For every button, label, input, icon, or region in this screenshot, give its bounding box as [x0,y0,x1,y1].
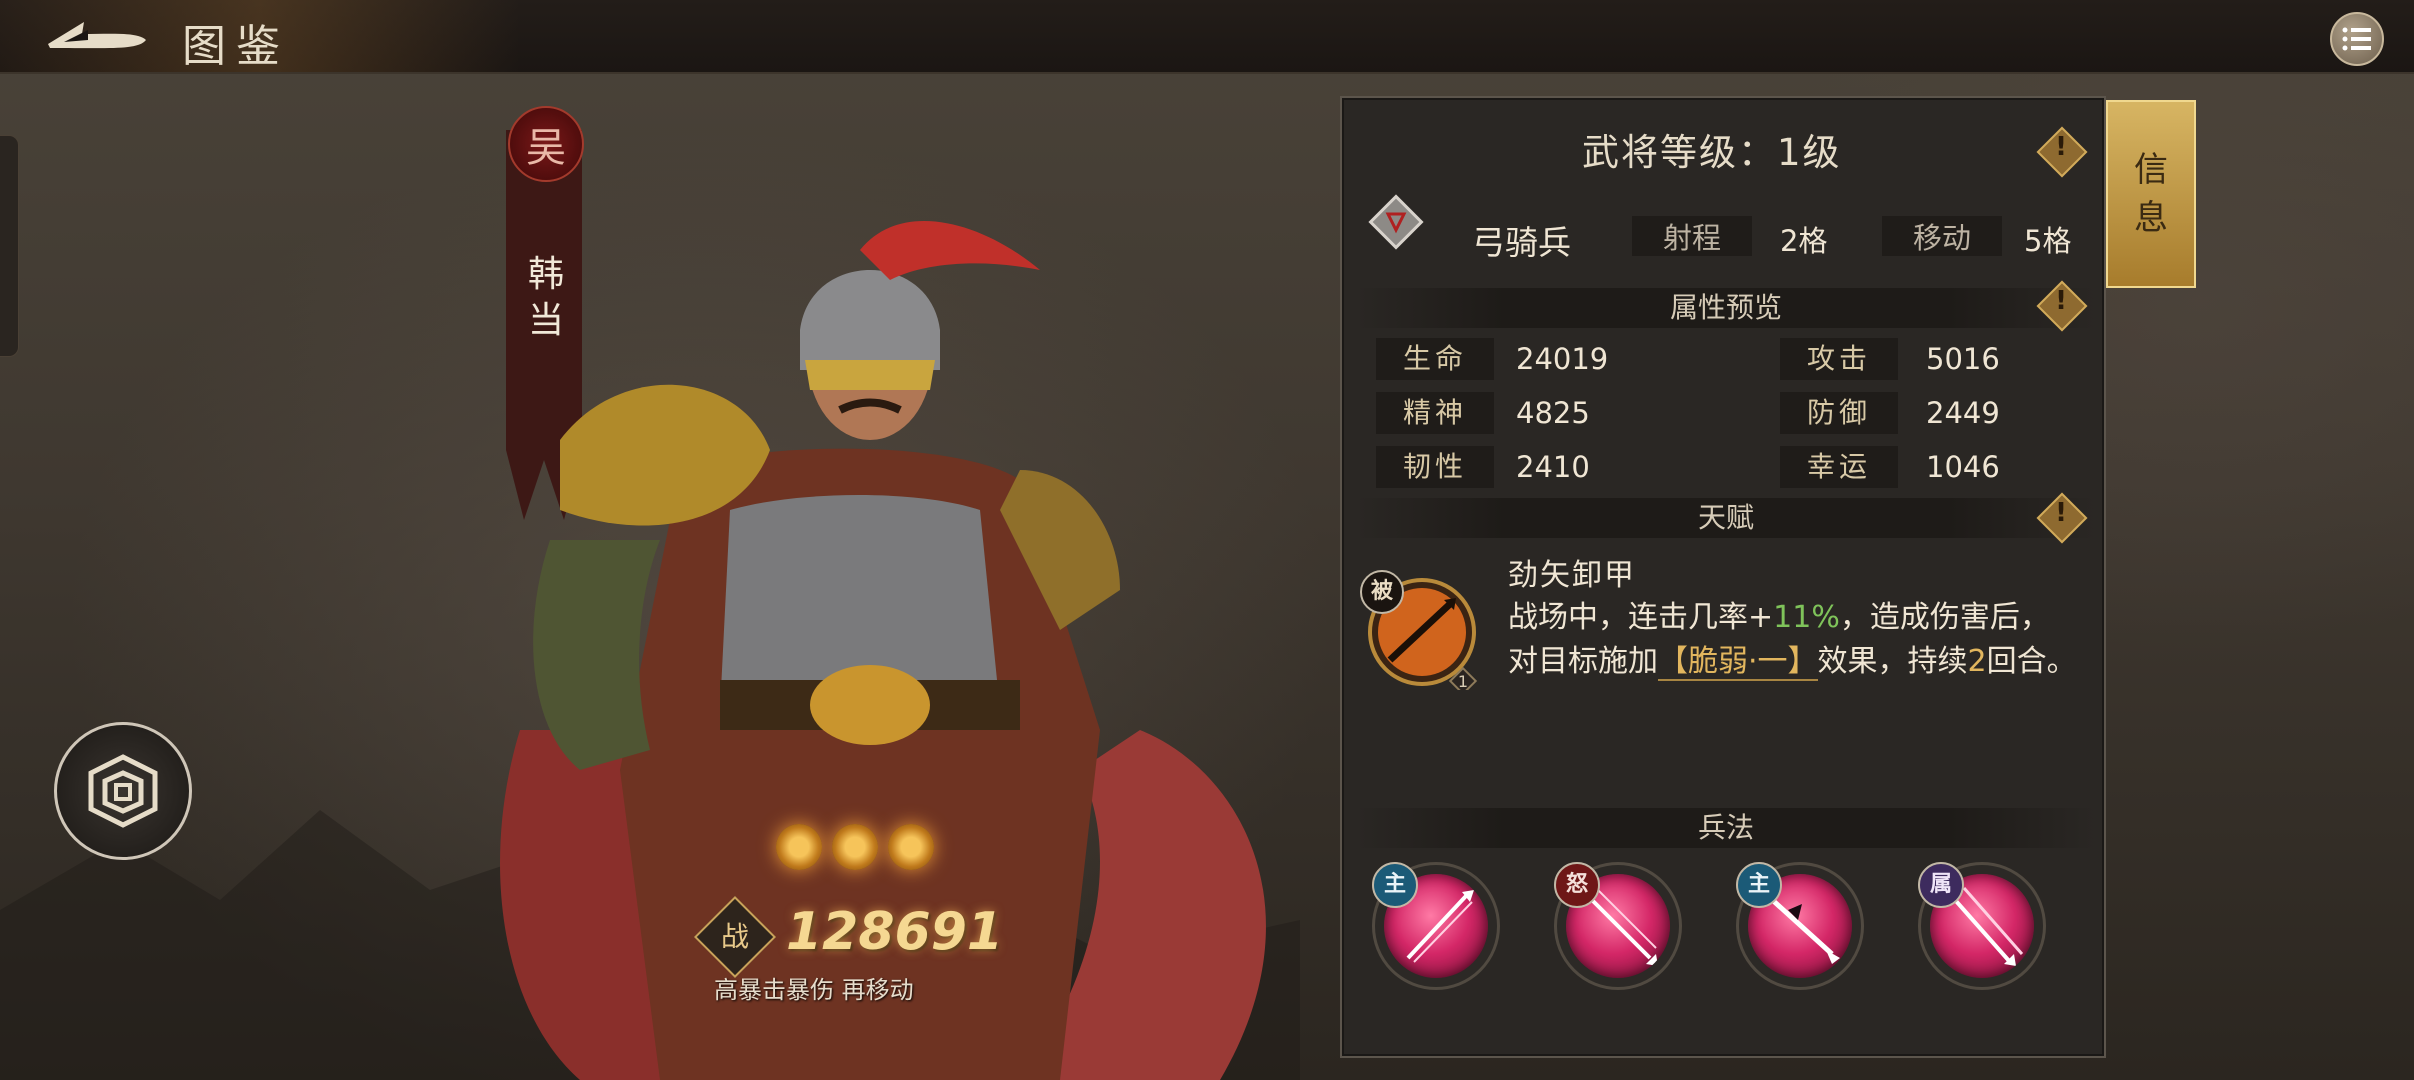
hero-level: 武将等级：1级 [1582,131,1842,174]
back-button[interactable] [42,16,152,56]
talent-name: 劲矢卸甲 [1508,558,1636,593]
formation-button[interactable] [54,722,192,860]
archer-cavalry-icon [1368,194,1424,250]
maze-icon [88,754,158,828]
debuff-link[interactable]: 【脆弱·一】 [1658,644,1818,681]
tactics-list: 主 怒 主 属 [1372,862,2046,990]
page-title: 图鉴 [182,21,290,72]
tab-info[interactable]: 信 息 [2106,100,2196,288]
alert-icon: ! [2055,498,2067,528]
rage-badge: 怒 [1554,862,1600,908]
star-medal [832,824,878,870]
back-arrow-icon [48,22,146,49]
attr-attack-value: 5016 [1926,342,2000,376]
attr-spirit-label: 精神 [1376,392,1494,434]
alert-icon: ! [2055,132,2067,162]
faction-badge: 吴 [508,106,584,182]
attributes-info-button[interactable]: ! [2036,280,2088,332]
talent-skill-icon[interactable]: 1 被 [1360,570,1480,696]
side-drawer-handle[interactable] [0,135,19,357]
menu-button[interactable] [2330,12,2384,66]
range-value: 2格 [1780,224,1828,258]
attr-luck-value: 1046 [1926,450,2000,484]
alert-icon: ! [2055,286,2067,316]
star-medal [888,824,934,870]
talent-header: 天赋 [1356,498,2096,538]
attr-defense-value: 2449 [1926,396,2000,430]
move-label: 移动 [1882,216,2002,256]
star-medal [776,824,822,870]
level-info-button[interactable]: ! [2036,126,2088,178]
tactic-slot-3[interactable]: 主 [1736,862,1864,990]
attr-luck-label: 幸运 [1780,446,1898,488]
svg-text:1: 1 [1458,672,1468,690]
range-label: 射程 [1632,216,1752,256]
tactics-header: 兵法 [1356,808,2096,848]
attr-attack-label: 攻击 [1780,338,1898,380]
attr-toughness-label: 韧性 [1376,446,1494,488]
active-badge: 主 [1736,862,1782,908]
attr-defense-label: 防御 [1780,392,1898,434]
talent-info-button[interactable]: ! [2036,492,2088,544]
attr-hp-label: 生命 [1376,338,1494,380]
combat-power: 128691 [786,902,1004,962]
attributes-header: 属性预览 [1356,288,2096,328]
active-badge: 主 [1372,862,1418,908]
attr-spirit-value: 4825 [1516,396,1590,430]
list-icon [2342,27,2371,51]
attribute-badge: 属 [1918,862,1964,908]
tactic-slot-1[interactable]: 主 [1372,862,1500,990]
unit-type: 弓骑兵 [1472,223,1571,262]
passive-badge: 被 [1360,570,1404,614]
move-value: 5格 [2024,224,2072,258]
attr-hp-value: 24019 [1516,342,1609,376]
top-bar: 图鉴 [0,0,2414,74]
talent-description: 战场中，连击几率+11%，造成伤害后，对目标施加【脆弱·一】效果，持续2回合。 [1508,600,2077,681]
hero-traits: 高暴击暴伤 再移动 [714,976,914,1004]
attr-toughness-value: 2410 [1516,450,1590,484]
star-medals [776,824,934,870]
tactic-slot-4[interactable]: 属 [1918,862,2046,990]
tactic-slot-2[interactable]: 怒 [1554,862,1682,990]
